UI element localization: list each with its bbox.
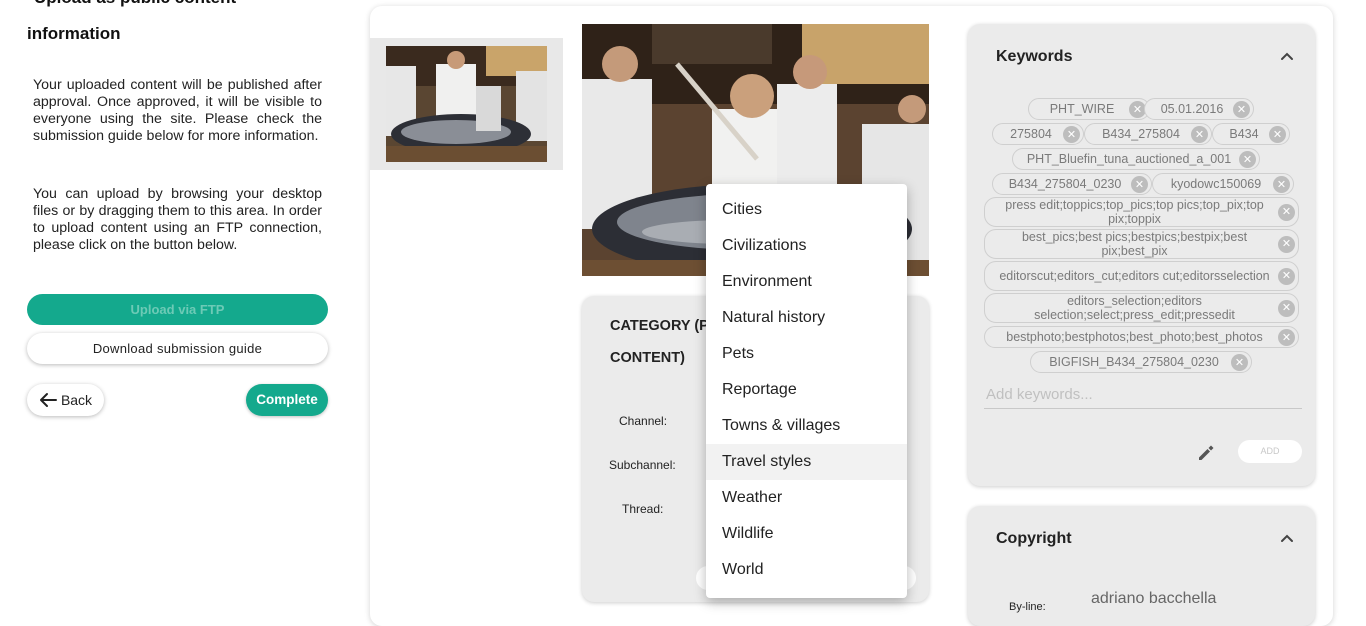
keyword-text: 275804 — [1010, 127, 1052, 141]
keyword-text: kyodowc150069 — [1170, 177, 1262, 191]
remove-keyword-icon[interactable]: ✕ — [1233, 100, 1250, 118]
copyright-title: Copyright — [996, 530, 1072, 547]
add-keywords-input[interactable] — [984, 380, 1302, 409]
byline-value[interactable]: adriano bacchella — [1091, 590, 1216, 608]
dropdown-option[interactable]: World — [706, 552, 907, 588]
keyword-chip: PHT_WIRE ✕ — [1028, 98, 1150, 120]
keyword-chip: 05.01.2016 ✕ — [1144, 98, 1254, 120]
pencil-icon[interactable] — [1196, 443, 1216, 463]
remove-keyword-icon[interactable]: ✕ — [1269, 125, 1286, 143]
keyword-chip: editorscut;editors_cut;editors cut;edito… — [984, 261, 1299, 291]
keywords-title: Keywords — [996, 48, 1073, 65]
upload-ftp-button[interactable]: Upload via FTP — [27, 294, 328, 325]
chevron-up-icon[interactable] — [1280, 533, 1294, 543]
keyword-text: BIGFISH_B434_275804_0230 — [1049, 355, 1219, 369]
upload-info-panel: Upload as public content information You… — [0, 0, 350, 613]
dropdown-option[interactable]: Environment — [706, 264, 907, 300]
keyword-chip: editors_selection;editors selection;sele… — [984, 293, 1299, 323]
upload-info-text: You can upload by browsing your desktop … — [33, 186, 322, 253]
keyword-text: PHT_WIRE — [1049, 102, 1115, 116]
byline-label: By-line: — [1009, 601, 1046, 613]
remove-keyword-icon[interactable]: ✕ — [1278, 299, 1295, 317]
keyword-chip: B434_275804_0230 ✕ — [992, 173, 1152, 195]
keyword-text: best_pics;best pics;bestpics;bestpix;bes… — [1021, 230, 1248, 258]
keyword-chip: 275804 ✕ — [992, 123, 1084, 145]
keyword-chip: B434 ✕ — [1212, 123, 1290, 145]
keywords-card: Keywords PHT_WIRE ✕ 05.01.2016 ✕ 275804 … — [968, 24, 1315, 486]
keyword-text: press edit;toppics;top_pics;top pics;top… — [1005, 198, 1264, 226]
dropdown-option[interactable]: Cities — [706, 192, 907, 228]
remove-keyword-icon[interactable]: ✕ — [1278, 203, 1295, 221]
keyword-chip: best_pics;best pics;bestpics;bestpix;bes… — [984, 229, 1299, 259]
remove-keyword-icon[interactable]: ✕ — [1231, 353, 1248, 371]
remove-keyword-icon[interactable]: ✕ — [1273, 175, 1290, 193]
approval-info-text: Your uploaded content will be published … — [33, 77, 322, 144]
complete-button[interactable]: Complete — [246, 384, 328, 416]
keyword-text: 05.01.2016 — [1160, 102, 1224, 116]
keyword-chip: press edit;toppics;top_pics;top pics;top… — [984, 197, 1299, 227]
subchannel-dropdown-menu: Cities Civilizations Environment Natural… — [706, 184, 907, 598]
dropdown-option[interactable]: Weather — [706, 480, 907, 516]
keyword-text: B434_275804 — [1102, 127, 1180, 141]
page-title: Upload as public content — [34, 0, 236, 8]
dropdown-option[interactable]: Natural history — [706, 300, 907, 336]
remove-keyword-icon[interactable]: ✕ — [1278, 235, 1295, 253]
dropdown-option[interactable]: Civilizations — [706, 228, 907, 264]
remove-keyword-icon[interactable]: ✕ — [1131, 175, 1148, 193]
keyword-chip: kyodowc150069 ✕ — [1152, 173, 1294, 195]
dropdown-option[interactable]: Reportage — [706, 372, 907, 408]
add-keyword-button[interactable]: ADD — [1238, 440, 1302, 463]
dropdown-option-highlighted[interactable]: Travel styles — [706, 444, 907, 480]
keyword-chip: B434_275804 ✕ — [1084, 123, 1212, 145]
channel-label: Channel: — [619, 414, 668, 428]
dropdown-option[interactable]: Pets — [706, 336, 907, 372]
keyword-text: editors_selection;editors selection;sele… — [1034, 294, 1235, 322]
keyword-chip: PHT_Bluefin_tuna_auctioned_a_001 ✕ — [1012, 148, 1260, 170]
remove-keyword-icon[interactable]: ✕ — [1191, 125, 1208, 143]
keyword-text: PHT_Bluefin_tuna_auctioned_a_001 — [1026, 152, 1232, 166]
thread-label: Thread: — [622, 502, 664, 516]
keyword-chip: BIGFISH_B434_275804_0230 ✕ — [1030, 351, 1252, 373]
subchannel-label: Subchannel: — [609, 458, 676, 472]
remove-keyword-icon[interactable]: ✕ — [1278, 267, 1295, 285]
remove-keyword-icon[interactable]: ✕ — [1278, 328, 1295, 346]
keyword-text: B434_275804_0230 — [1008, 177, 1122, 191]
copyright-card: Copyright By-line: adriano bacchella — [968, 506, 1315, 626]
section-title: information — [27, 24, 121, 43]
keyword-text: B434 — [1229, 127, 1259, 141]
remove-keyword-icon[interactable]: ✕ — [1063, 125, 1080, 143]
thumbnail-image[interactable] — [386, 46, 547, 162]
dropdown-option[interactable]: Wildlife — [706, 516, 907, 552]
back-label: Back — [60, 392, 93, 408]
dropdown-option[interactable]: Towns & villages — [706, 408, 907, 444]
remove-keyword-icon[interactable]: ✕ — [1239, 150, 1256, 168]
keyword-text: bestphoto;bestphotos;best_photo;best_pho… — [1006, 330, 1263, 344]
keyword-chip: bestphoto;bestphotos;best_photo;best_pho… — [984, 326, 1299, 348]
keyword-text: editorscut;editors_cut;editors cut;edito… — [999, 269, 1270, 283]
back-button[interactable]: Back — [27, 384, 104, 416]
arrow-left-icon — [39, 393, 57, 407]
thumbnail-item[interactable] — [370, 38, 563, 170]
chevron-up-icon[interactable] — [1280, 51, 1294, 61]
download-guide-button[interactable]: Download submission guide — [27, 333, 328, 364]
category-title: CATEGORY (P CONTENT) — [610, 318, 709, 366]
